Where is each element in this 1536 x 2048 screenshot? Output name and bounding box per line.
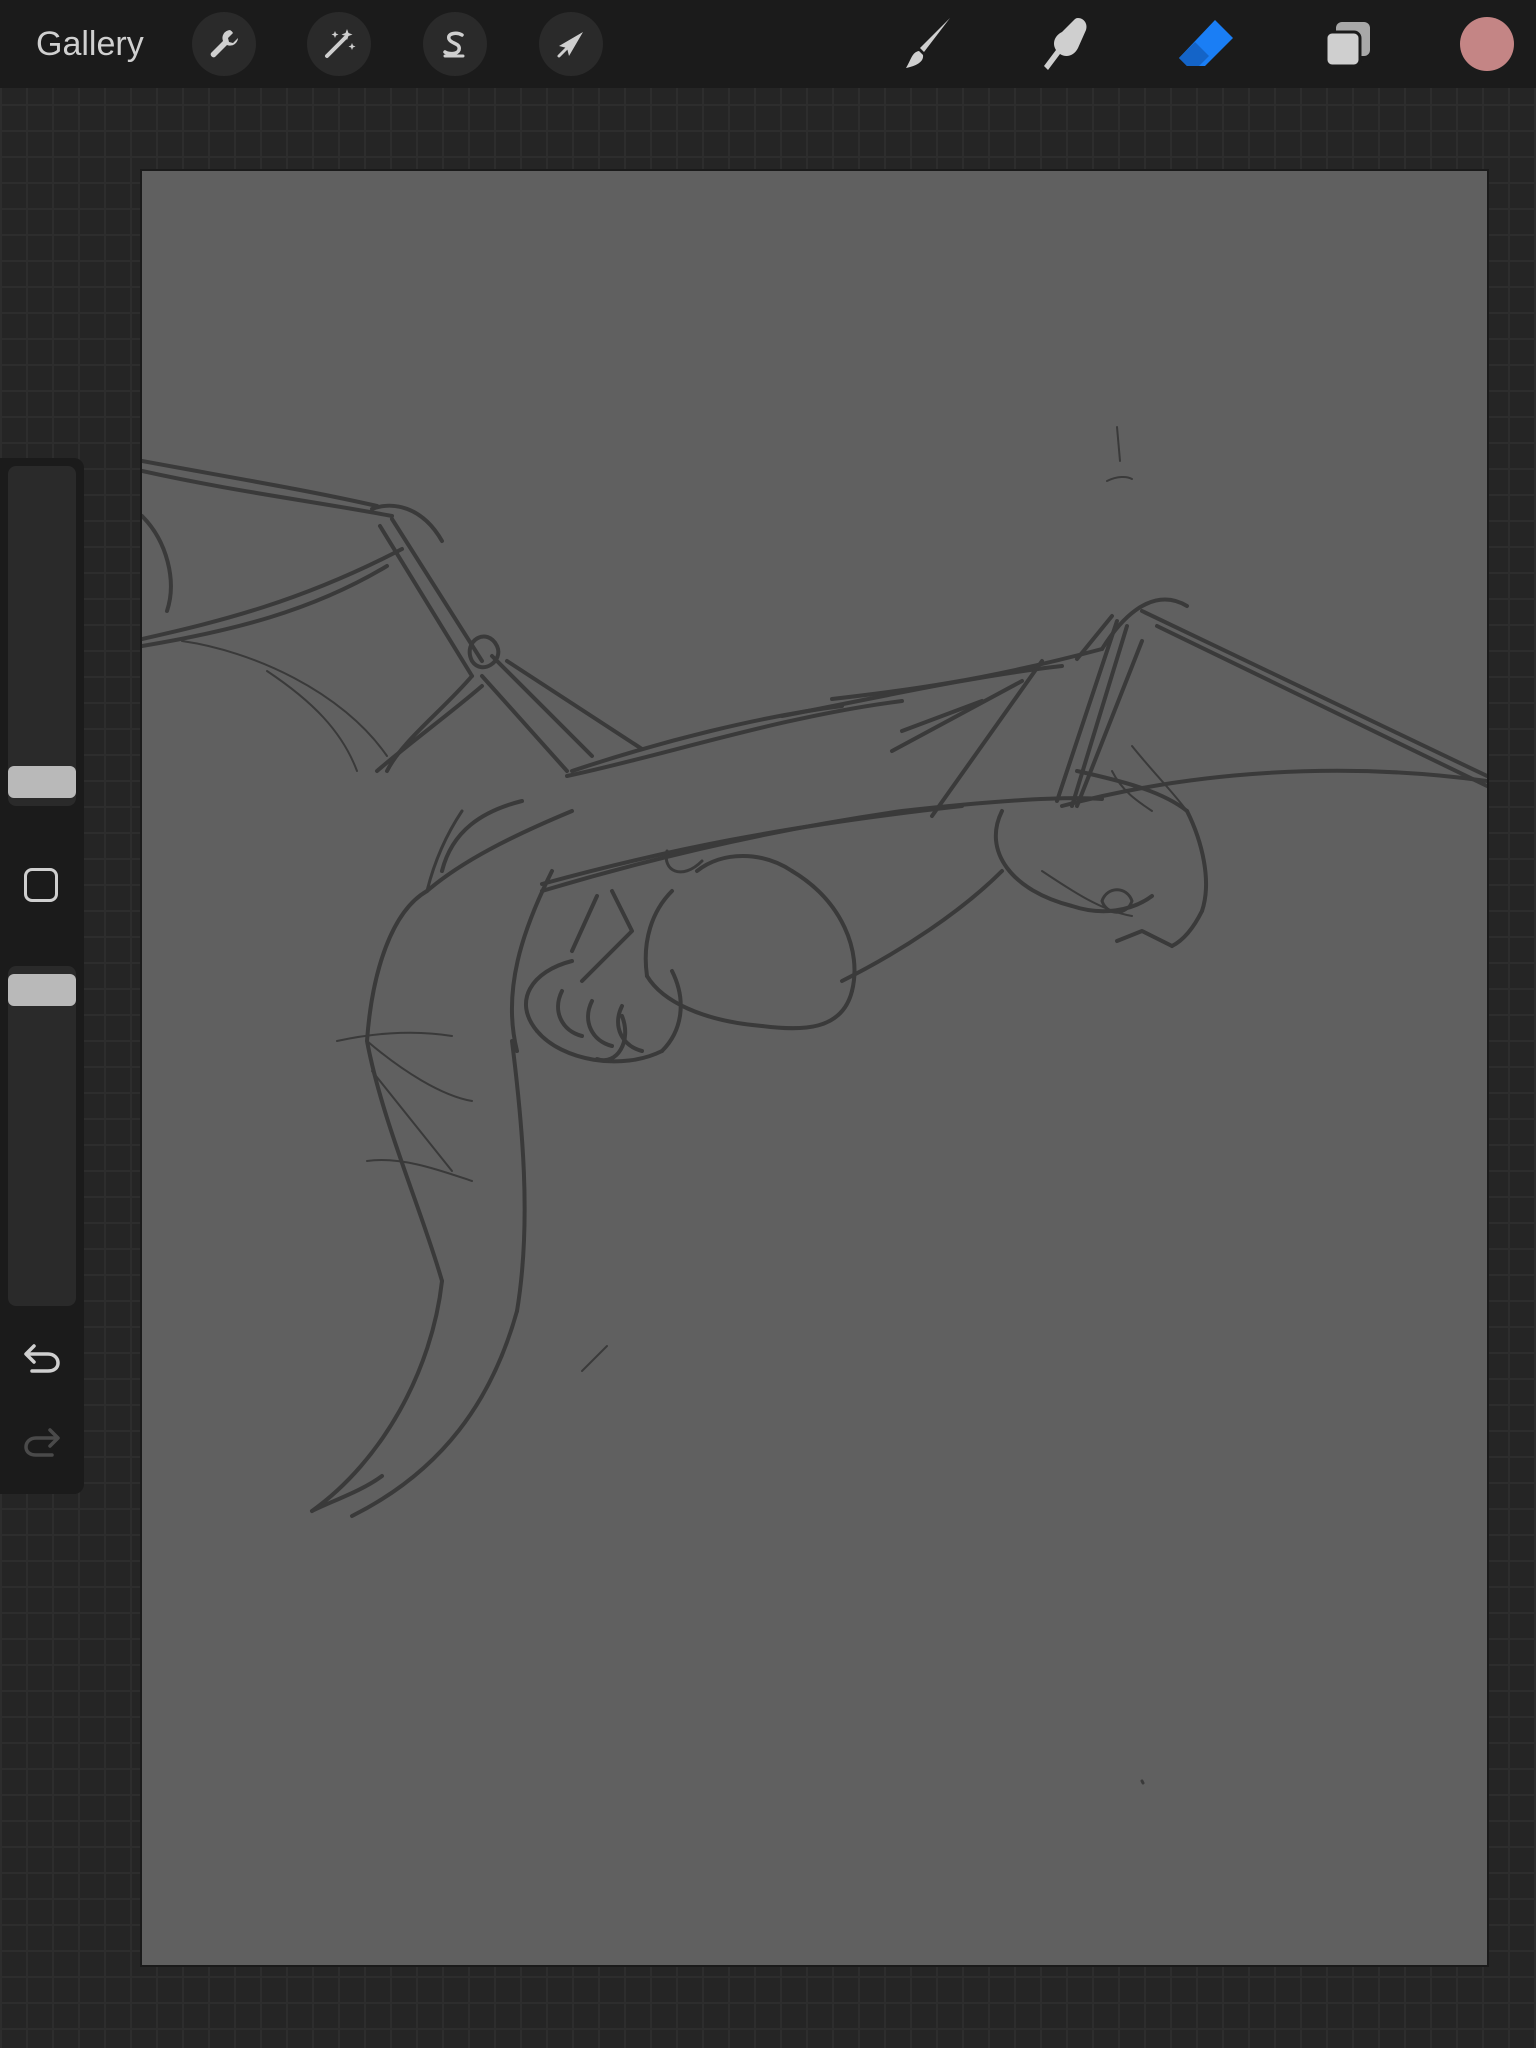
selection-s-icon	[443, 31, 465, 58]
eraser-tool-button[interactable]	[1175, 12, 1239, 76]
magic-wand-icon	[325, 29, 356, 58]
brush-size-thumb[interactable]	[8, 766, 76, 798]
paintbrush-icon	[906, 18, 950, 68]
arrow-cursor-icon	[557, 32, 583, 58]
eraser-icon	[1179, 20, 1233, 66]
redo-arrow-icon	[24, 1428, 60, 1457]
drawing-canvas[interactable]	[140, 169, 1489, 1967]
layers-icon	[1324, 22, 1370, 68]
undo-button[interactable]	[22, 1338, 62, 1378]
redo-button[interactable]	[22, 1422, 62, 1462]
adjustments-button[interactable]	[307, 12, 371, 76]
smudge-tool-button[interactable]	[1036, 12, 1100, 76]
brush-tool-button[interactable]	[896, 12, 960, 76]
brush-opacity-thumb[interactable]	[8, 974, 76, 1006]
smudge-finger-icon	[1044, 18, 1087, 70]
undo-arrow-icon	[24, 1344, 60, 1373]
wrench-icon	[210, 30, 238, 58]
transform-button[interactable]	[539, 12, 603, 76]
actions-button[interactable]	[192, 12, 256, 76]
brush-size-slider[interactable]	[8, 466, 76, 806]
color-picker-button[interactable]	[1460, 17, 1514, 71]
selection-button[interactable]	[423, 12, 487, 76]
gallery-button[interactable]: Gallery	[36, 22, 144, 66]
left-sidebar	[0, 458, 84, 1494]
dragon-sketch	[142, 426, 1487, 1785]
brush-opacity-slider[interactable]	[8, 966, 76, 1306]
layers-button[interactable]	[1316, 12, 1380, 76]
modify-button[interactable]	[24, 868, 58, 902]
top-toolbar: Gallery	[0, 0, 1536, 88]
